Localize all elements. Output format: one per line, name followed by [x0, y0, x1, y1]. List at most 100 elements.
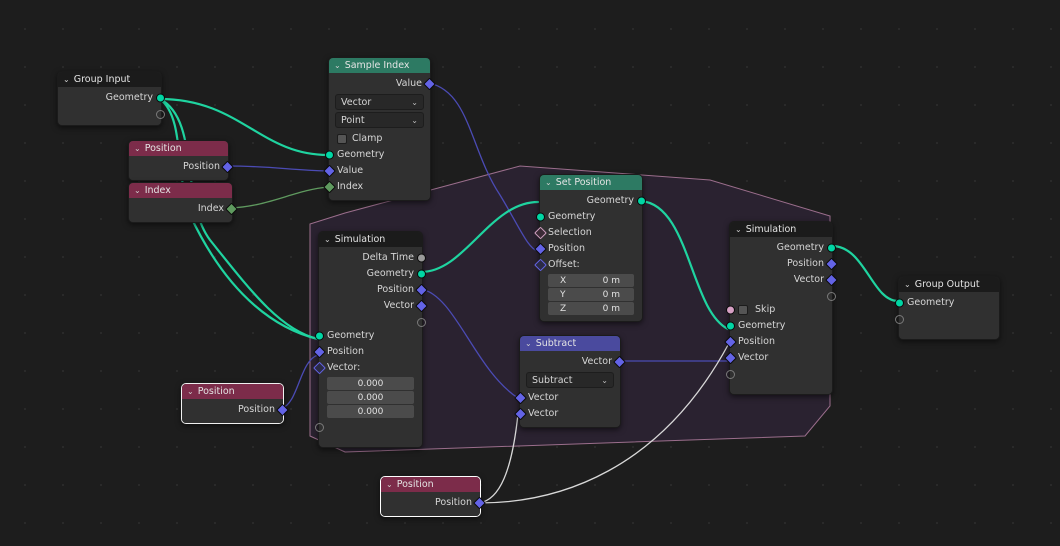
extend-socket-input[interactable]: [315, 423, 324, 432]
extend-socket-output[interactable]: [827, 292, 836, 301]
node-simulation-input[interactable]: ⌄ Simulation Delta Time Geometry Positio…: [313, 231, 428, 448]
extend-socket-input[interactable]: [726, 370, 735, 379]
socket-row-extend-in[interactable]: [726, 366, 832, 380]
geometry-input-socket[interactable]: [895, 298, 904, 308]
chevron-down-icon[interactable]: ⌄: [525, 339, 532, 348]
socket-row-geometry-in[interactable]: Geometry: [536, 209, 642, 225]
socket-row-position-out[interactable]: Position: [730, 256, 838, 272]
delta-time-output-socket[interactable]: [417, 253, 426, 263]
position-input-socket[interactable]: [724, 335, 737, 349]
position-output-socket[interactable]: [221, 160, 234, 174]
extend-socket[interactable]: [156, 110, 165, 119]
clamp-checkbox-row[interactable]: Clamp: [329, 130, 430, 147]
geometry-output-socket[interactable]: [156, 93, 165, 103]
socket-row-position-in[interactable]: Position: [534, 241, 642, 257]
socket-row-geometry-out[interactable]: Geometry: [540, 193, 646, 209]
node-sample-index[interactable]: ⌄ Sample Index Value Vector ⌄ Point ⌄ Cl…: [323, 57, 436, 201]
socket-row-vector-out[interactable]: Vector: [730, 272, 838, 288]
extend-socket[interactable]: [895, 315, 904, 324]
socket-row-vector-in[interactable]: Vector:: [313, 360, 422, 376]
operation-dropdown[interactable]: Subtract ⌄: [526, 372, 614, 388]
node-group-input[interactable]: ⌄ Group Input Geometry: [57, 71, 165, 126]
index-input-socket[interactable]: [323, 180, 336, 194]
node-header[interactable]: ⌄ Group Output: [899, 277, 999, 292]
socket-row-position-out[interactable]: Position: [129, 159, 234, 175]
node-header[interactable]: ⌄ Subtract: [520, 336, 620, 351]
socket-row-offset[interactable]: Offset:: [534, 257, 642, 273]
geometry-input-socket[interactable]: [325, 150, 334, 160]
geometry-output-socket[interactable]: [637, 196, 646, 206]
clamp-checkbox[interactable]: [337, 133, 347, 144]
node-simulation-output[interactable]: ⌄ Simulation Geometry Position Vector Sk…: [724, 221, 838, 395]
socket-row-vector-out[interactable]: Vector: [319, 298, 428, 314]
vector-x-field[interactable]: 0.000: [327, 377, 414, 390]
offset-z-field[interactable]: Z 0 m: [548, 302, 634, 315]
node-set-position[interactable]: ⌄ Set Position Geometry Geometry Selecti…: [534, 174, 646, 322]
chevron-down-icon[interactable]: ⌄: [735, 225, 742, 234]
chevron-down-icon[interactable]: ⌄: [324, 235, 331, 244]
position-input-socket[interactable]: [313, 345, 326, 359]
socket-row-geometry-out[interactable]: Geometry: [730, 240, 836, 256]
skip-input-socket[interactable]: [726, 305, 735, 315]
extend-socket-output[interactable]: [417, 318, 426, 327]
position-input-socket[interactable]: [534, 242, 547, 256]
node-editor-canvas[interactable]: ⌄ Group Input Geometry ⌄ Position Positi…: [0, 0, 1060, 546]
node-position-3[interactable]: ⌄ Position Position: [380, 476, 486, 517]
vector-y-field[interactable]: 0.000: [327, 391, 414, 404]
socket-row-position-out[interactable]: Position: [319, 282, 428, 298]
chevron-down-icon[interactable]: ⌄: [63, 75, 70, 84]
node-position-2[interactable]: ⌄ Position Position: [181, 383, 289, 424]
vector-input-socket[interactable]: [313, 361, 326, 375]
vector-input-socket-2[interactable]: [514, 407, 527, 421]
geometry-input-socket[interactable]: [536, 212, 545, 222]
socket-row-geometry-out[interactable]: Geometry: [319, 266, 426, 282]
node-header[interactable]: ⌄ Sample Index: [329, 58, 430, 73]
index-output-socket[interactable]: [225, 202, 238, 216]
geometry-input-socket[interactable]: [315, 331, 324, 341]
node-header[interactable]: ⌄ Simulation: [730, 222, 832, 237]
value-input-socket[interactable]: [323, 164, 336, 178]
node-header[interactable]: ⌄ Set Position: [540, 175, 642, 190]
socket-row-skip[interactable]: Skip: [726, 302, 832, 318]
offset-x-field[interactable]: X 0 m: [548, 274, 634, 287]
node-header[interactable]: ⌄ Simulation: [319, 232, 422, 247]
node-position-1[interactable]: ⌄ Position Position: [128, 140, 234, 181]
socket-row-geometry-in[interactable]: Geometry: [895, 295, 999, 311]
socket-row-selection[interactable]: Selection: [534, 225, 642, 241]
node-index[interactable]: ⌄ Index Index: [128, 182, 238, 223]
offset-y-field[interactable]: Y 0 m: [548, 288, 634, 301]
socket-row-extend[interactable]: [58, 106, 165, 120]
position-output-socket[interactable]: [473, 496, 486, 510]
chevron-down-icon[interactable]: ⌄: [904, 280, 911, 289]
vector-output-socket[interactable]: [825, 273, 838, 287]
geometry-output-socket[interactable]: [417, 269, 426, 279]
vector-output-socket[interactable]: [613, 355, 626, 369]
socket-row-index-in[interactable]: Index: [323, 179, 430, 195]
vector-input-socket-1[interactable]: [514, 391, 527, 405]
socket-row-vector-in[interactable]: Vector: [724, 350, 832, 366]
socket-row-vector-in-1[interactable]: Vector: [514, 390, 620, 406]
socket-row-value-out[interactable]: Value: [329, 76, 436, 92]
socket-row-extend[interactable]: [895, 311, 999, 325]
skip-checkbox[interactable]: [738, 304, 748, 315]
socket-row-geometry-in[interactable]: Geometry: [726, 318, 832, 334]
chevron-down-icon[interactable]: ⌄: [134, 186, 141, 195]
position-output-socket[interactable]: [825, 257, 838, 271]
vector-z-field[interactable]: 0.000: [327, 405, 414, 418]
value-output-socket[interactable]: [423, 77, 436, 91]
socket-row-position-in[interactable]: Position: [313, 344, 422, 360]
data-type-dropdown[interactable]: Vector ⌄: [335, 94, 424, 110]
vector-output-socket[interactable]: [415, 299, 428, 313]
socket-row-index-out[interactable]: Index: [129, 201, 238, 217]
chevron-down-icon[interactable]: ⌄: [134, 144, 141, 153]
socket-row-extend-in[interactable]: [315, 419, 422, 433]
socket-row-extend-out[interactable]: [319, 314, 426, 328]
position-output-socket[interactable]: [276, 403, 289, 417]
node-header[interactable]: ⌄ Position: [182, 384, 283, 399]
chevron-down-icon[interactable]: ⌄: [334, 61, 341, 70]
node-header[interactable]: ⌄ Position: [129, 141, 228, 156]
socket-row-geometry-in[interactable]: Geometry: [315, 328, 422, 344]
geometry-input-socket[interactable]: [726, 321, 735, 331]
socket-row-position-out[interactable]: Position: [182, 402, 289, 418]
node-subtract[interactable]: ⌄ Subtract Vector Subtract ⌄ Vector Vect…: [514, 335, 626, 428]
